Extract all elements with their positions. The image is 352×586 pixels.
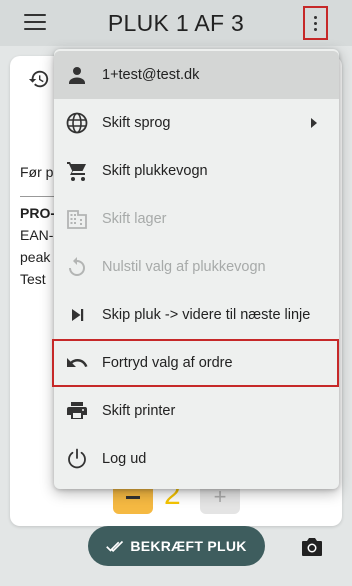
chevron-right-icon	[311, 118, 317, 128]
instruction-text: Før p	[20, 164, 54, 180]
menu-item-log-out[interactable]: Log ud	[54, 435, 339, 483]
product-code: PRO-	[20, 205, 55, 221]
reset-icon	[69, 257, 85, 276]
more-options-icon[interactable]	[303, 6, 328, 40]
page-title: PLUK 1 AF 3	[107, 10, 245, 36]
menu-item-label: Nulstil valg af plukkevogn	[102, 259, 266, 275]
skip-next-icon	[72, 309, 84, 321]
menu-item-undo-order-selection[interactable]: Fortryd valg af ordre	[52, 339, 339, 387]
menu-item-label: Skift printer	[102, 403, 176, 419]
confirm-pick-button[interactable]: BEKRÆFT PLUK	[88, 526, 265, 566]
options-menu: 1+test@test.dk Skift sprog Skift plukkev…	[52, 49, 339, 489]
undo-icon	[67, 358, 88, 367]
ean-label: EAN-	[20, 227, 54, 243]
history-icon[interactable]	[28, 68, 50, 90]
menu-item-label: Skift lager	[102, 211, 167, 227]
building-icon	[67, 210, 87, 229]
menu-item-label: Skip pluk -> videre til næste linje	[102, 307, 311, 323]
double-check-icon	[106, 540, 124, 553]
menu-item-change-cart[interactable]: Skift plukkevogn	[54, 147, 339, 195]
menu-item-skip-pick[interactable]: Skip pluk -> videre til næste linje	[54, 291, 339, 339]
user-email: 1+test@test.dk	[102, 67, 200, 83]
top-app-bar: PLUK 1 AF 3	[0, 0, 352, 46]
printer-icon	[67, 402, 87, 419]
menu-item-change-warehouse: Skift lager	[54, 195, 339, 243]
menu-item-label: Log ud	[102, 451, 147, 467]
product-variant: Test	[20, 271, 46, 287]
menu-item-change-language[interactable]: Skift sprog	[54, 99, 339, 147]
menu-item-reset-cart: Nulstil valg af plukkevogn	[54, 243, 339, 291]
menu-item-label: Fortryd valg af ordre	[102, 355, 233, 371]
app-root: PLUK 1 AF 3 Før p PRO- EAN- peak Test 2 …	[0, 0, 352, 586]
product-name: peak	[20, 249, 51, 265]
person-icon	[69, 67, 85, 84]
globe-icon	[66, 112, 88, 134]
cart-icon	[67, 162, 86, 181]
menu-item-user[interactable]: 1+test@test.dk	[54, 51, 339, 99]
power-icon	[68, 448, 86, 469]
menu-item-label: Skift plukkevogn	[102, 163, 208, 179]
camera-icon[interactable]	[300, 536, 324, 558]
menu-item-change-printer[interactable]: Skift printer	[54, 387, 339, 435]
menu-item-label: Skift sprog	[102, 115, 171, 131]
confirm-pick-label: BEKRÆFT PLUK	[130, 538, 247, 554]
